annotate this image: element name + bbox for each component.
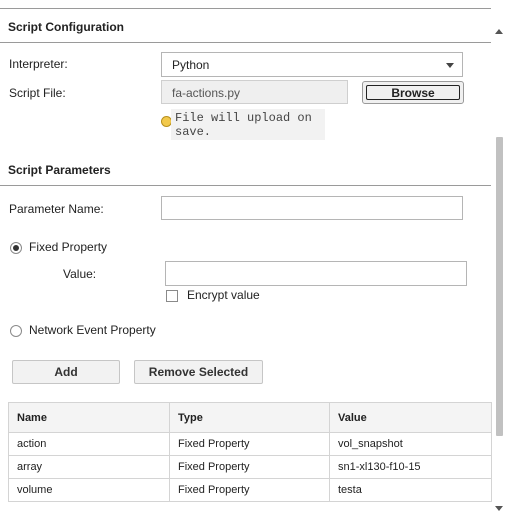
scrollbar-thumb[interactable] [496,137,503,436]
column-header-name[interactable]: Name [8,402,170,433]
add-button[interactable]: Add [12,360,120,384]
script-configuration-title: Script Configuration [8,20,124,34]
script-file-label: Script File: [9,86,66,100]
scroll-up-icon[interactable] [495,29,503,34]
encrypt-value-label[interactable]: Encrypt value [187,288,260,302]
script-file-value: fa-actions.py [172,86,241,100]
parameters-table: Name Type Value action Fixed Property vo… [8,402,492,502]
top-divider [0,8,491,9]
value-input[interactable] [165,261,467,286]
remove-selected-button[interactable]: Remove Selected [134,360,263,384]
table-cell-name: action [8,432,170,456]
table-cell-type: Fixed Property [169,432,330,456]
network-event-property-label[interactable]: Network Event Property [29,323,156,337]
table-cell-type: Fixed Property [169,478,330,502]
script-configuration-divider [0,42,491,43]
parameter-name-label: Parameter Name: [9,202,104,216]
parameter-name-input[interactable] [161,196,463,220]
browse-button[interactable]: Browse [362,81,464,104]
value-label: Value: [63,267,97,281]
fixed-property-label[interactable]: Fixed Property [29,240,107,254]
column-header-type[interactable]: Type [169,402,330,433]
chevron-down-icon [446,63,454,68]
column-header-value[interactable]: Value [329,402,492,433]
script-file-field: fa-actions.py [161,80,348,104]
interpreter-select[interactable]: Python [161,52,463,77]
table-cell-name: volume [8,478,170,502]
script-parameters-divider [0,185,491,186]
scroll-down-icon[interactable] [495,506,503,511]
table-cell-value: sn1-xl130-f10-15 [329,455,492,479]
table-cell-type: Fixed Property [169,455,330,479]
table-cell-value: vol_snapshot [329,432,492,456]
fixed-property-radio[interactable] [10,242,22,254]
script-parameters-title: Script Parameters [8,163,111,177]
interpreter-label: Interpreter: [9,57,68,71]
interpreter-select-value: Python [172,58,210,72]
encrypt-value-checkbox[interactable] [166,290,178,302]
browse-button-label: Browse [366,85,460,100]
table-cell-name: array [8,455,170,479]
table-header-row: Name Type Value [8,402,492,433]
table-cell-value: testa [329,478,492,502]
table-row[interactable]: volume Fixed Property testa [8,478,492,502]
table-row[interactable]: array Fixed Property sn1-xl130-f10-15 [8,455,492,479]
upload-note: File will upload on save. [171,109,325,140]
network-event-property-radio[interactable] [10,325,22,337]
table-row[interactable]: action Fixed Property vol_snapshot [8,432,492,456]
